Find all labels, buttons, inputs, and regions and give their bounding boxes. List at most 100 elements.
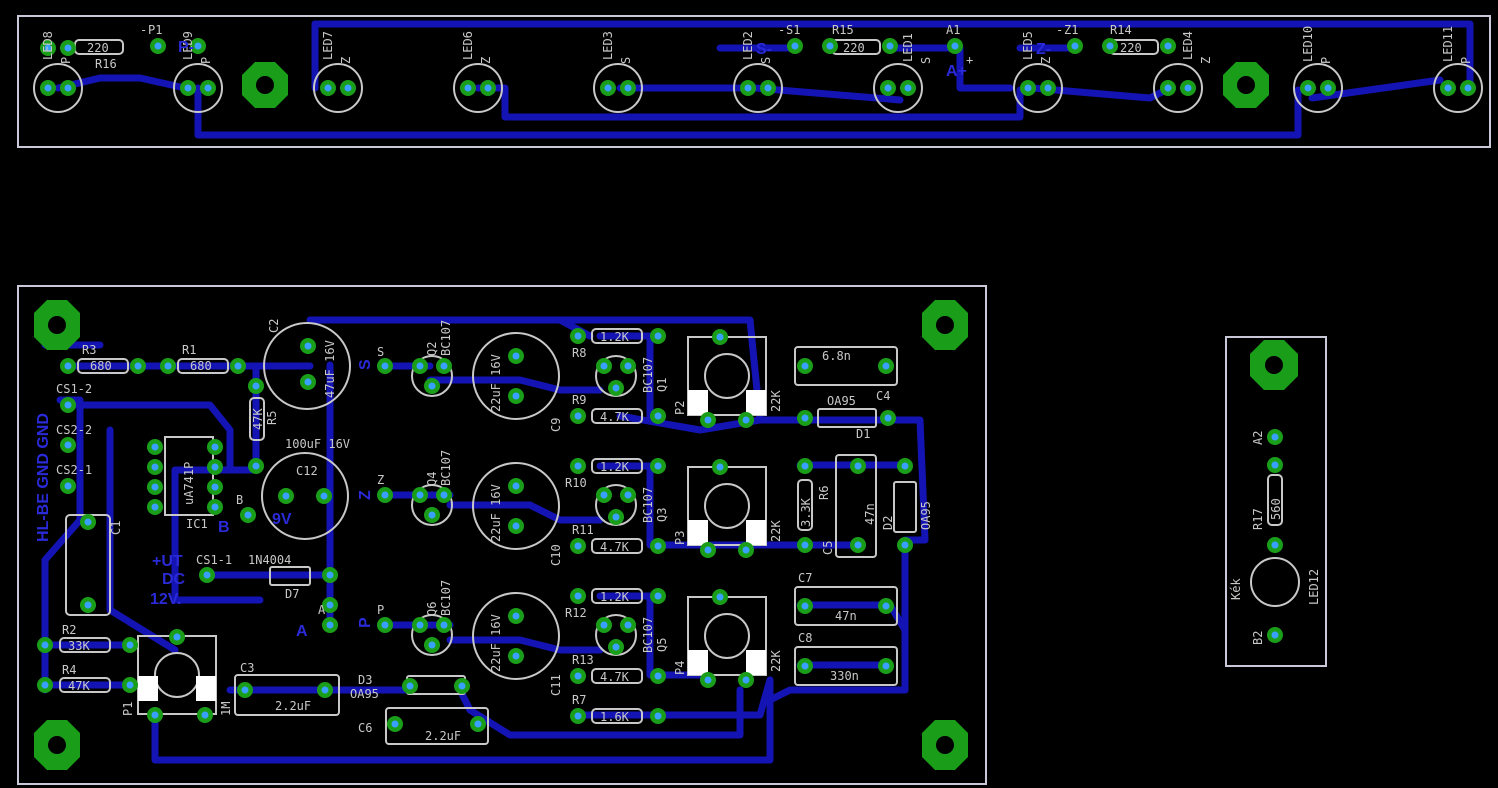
pad-drill	[826, 42, 834, 50]
label-r2-value: 33K	[68, 639, 90, 653]
label-q4: Q4	[425, 472, 439, 486]
pad-drill	[574, 462, 582, 470]
label-led12: LED12	[1307, 569, 1321, 605]
pad-drill	[704, 676, 712, 684]
pad-drill	[326, 621, 334, 629]
label-d7: D7	[285, 587, 299, 601]
pad-drill	[64, 482, 72, 490]
label-r4-value: 47K	[68, 679, 90, 693]
pad-drill	[904, 84, 912, 92]
label-cs2-2: CS2-2	[56, 423, 92, 437]
pad-drill	[304, 378, 312, 386]
label-c12: C12	[296, 464, 318, 478]
label-p1: P1	[148, 23, 162, 37]
label-r4: R4	[62, 663, 76, 677]
pad-drill	[211, 443, 219, 451]
pad-drill	[600, 362, 608, 370]
pad-drill	[428, 641, 436, 649]
label-q2: Q2	[425, 342, 439, 356]
label-cs2-1: CS2-1	[56, 463, 92, 477]
blue-b-text: B	[218, 519, 230, 536]
pad-drill	[1164, 84, 1172, 92]
label-d7-value: 1N4004	[248, 553, 291, 567]
pad-drill	[406, 682, 414, 690]
pad-drill	[1106, 42, 1114, 50]
label-c3: C3	[240, 661, 254, 675]
pad-drill	[440, 621, 448, 629]
label-r16: R16	[95, 57, 117, 71]
pad-drill	[512, 652, 520, 660]
pad-drill	[201, 711, 209, 719]
pad-drill	[1324, 84, 1332, 92]
pad-drill	[252, 382, 260, 390]
label-r16-value: 220	[87, 41, 109, 55]
pad-drill	[1271, 433, 1279, 441]
label-p2: P2	[673, 401, 687, 415]
pad-drill	[704, 416, 712, 424]
label-p1-value: 1M	[219, 702, 233, 716]
pad-drill	[574, 712, 582, 720]
pad-drill	[742, 676, 750, 684]
pad-drill	[1464, 84, 1472, 92]
pad-drill	[512, 392, 520, 400]
label-d2: D2	[881, 516, 895, 530]
label-b: B	[236, 493, 243, 507]
pad-drill	[901, 462, 909, 470]
label-r7: R7	[572, 693, 586, 707]
pad-drill	[428, 511, 436, 519]
pad-drill	[742, 546, 750, 554]
pad-drill	[624, 362, 632, 370]
label-c4-value: 6.8n	[822, 349, 851, 363]
pad-drill	[164, 362, 172, 370]
pad-drill	[326, 601, 334, 609]
label-r11-value: 4.7K	[600, 540, 630, 554]
pad-drill	[801, 462, 809, 470]
blue-dc-text: DC	[162, 571, 186, 588]
pad-drill	[321, 686, 329, 694]
pad-drill	[320, 492, 328, 500]
pad-drill	[344, 84, 352, 92]
blue-p-top: P-	[178, 39, 194, 56]
pad-drill	[654, 412, 662, 420]
pad-drill	[574, 592, 582, 600]
label-c12-value: 100uF 16V	[285, 437, 350, 451]
label-c6-value: 2.2uF	[425, 729, 461, 743]
label-cs1-2: CS1-2	[56, 382, 92, 396]
label-a: A	[318, 603, 326, 617]
pad-drill	[41, 641, 49, 649]
label-kek: Kék	[1229, 578, 1243, 600]
pad-drill	[951, 42, 959, 50]
pad-drill	[282, 492, 290, 500]
pad-drill	[624, 84, 632, 92]
blue-a-top: A+	[946, 63, 967, 80]
pad-drill	[604, 84, 612, 92]
pad-drill	[41, 681, 49, 689]
label-led7: LED7	[321, 31, 335, 60]
pad-drill	[458, 682, 466, 690]
label-c5-value: 47n	[863, 503, 877, 525]
label-r9: R9	[572, 393, 586, 407]
pad-drill	[44, 84, 52, 92]
blue-z-top: Z-	[1036, 41, 1051, 58]
label-ic1-value: uA741P	[182, 462, 196, 505]
pad-drill	[440, 491, 448, 499]
pad-drill	[801, 362, 809, 370]
label-q6: Q6	[425, 602, 439, 616]
pad-drill	[574, 332, 582, 340]
pad-drill	[512, 352, 520, 360]
pad-drill	[428, 382, 436, 390]
blue-9v-text: 9V	[272, 511, 292, 528]
blue-s-text: S	[357, 359, 374, 370]
pad-drill	[716, 593, 724, 601]
pad-drill	[884, 84, 892, 92]
pad-drill	[151, 443, 159, 451]
pad-drill	[854, 462, 862, 470]
pad-drill	[600, 491, 608, 499]
pad-drill	[1444, 84, 1452, 92]
label-r1: R1	[182, 343, 196, 357]
label-b2: B2	[1251, 631, 1265, 645]
label-c8: C8	[798, 631, 812, 645]
label-s-c: S	[919, 57, 933, 64]
pad-drill	[512, 482, 520, 490]
label-r2: R2	[62, 623, 76, 637]
